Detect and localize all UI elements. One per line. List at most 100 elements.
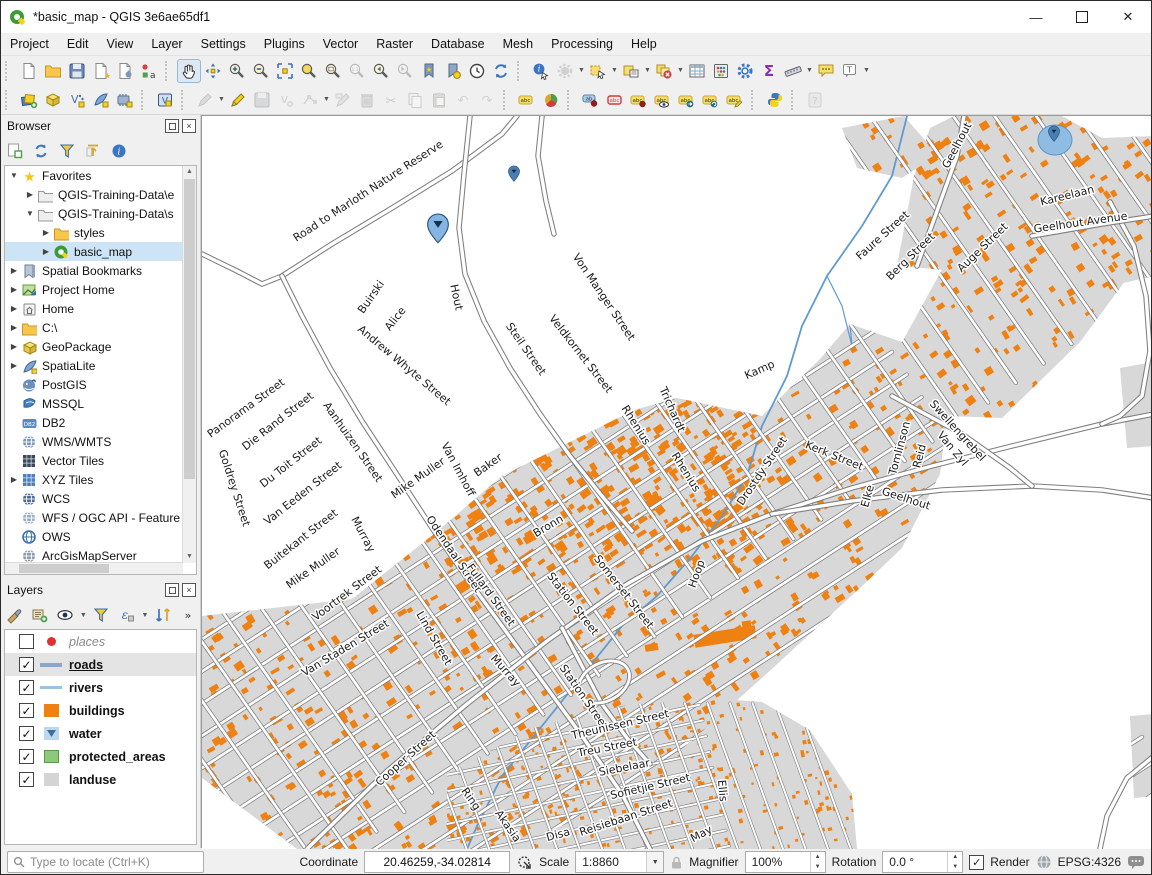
epsg-status[interactable]: EPSG:4326 xyxy=(1058,855,1121,869)
open-layer-styling-button[interactable] xyxy=(3,604,26,626)
manage-map-themes-button[interactable] xyxy=(54,604,77,626)
new-print-layout-button[interactable]: ★ xyxy=(89,59,113,83)
layer-labeling-button[interactable]: abc xyxy=(515,88,539,112)
text-annotation-button[interactable]: T xyxy=(838,59,862,83)
menu-mesh[interactable]: Mesh xyxy=(494,35,543,53)
show-spatial-bookmarks-button[interactable] xyxy=(441,59,465,83)
pin-labels-button[interactable]: ab xyxy=(579,88,603,112)
layer-item-buildings[interactable]: ✓buildings xyxy=(5,699,196,722)
new-spatialite-layer-button[interactable] xyxy=(89,88,113,112)
expand-collapse-all-button[interactable] xyxy=(151,604,174,626)
browser-item-c-[interactable]: ▶C:\ xyxy=(5,318,183,337)
expander-icon[interactable]: ▼ xyxy=(23,209,37,218)
layer-diagram-button[interactable] xyxy=(539,88,563,112)
map-canvas[interactable]: Road to Marloth Nature ReserveBuirskiAli… xyxy=(201,115,1152,848)
messages-icon[interactable] xyxy=(1127,855,1145,870)
move-label-diagram-button[interactable]: abc xyxy=(675,88,699,112)
magnifier-spinbox[interactable]: 100% ▲▼ xyxy=(745,851,826,873)
layer-item-water[interactable]: ✓water xyxy=(5,722,196,745)
delete-selected-button[interactable] xyxy=(355,88,379,112)
menu-raster[interactable]: Raster xyxy=(367,35,422,53)
zoom-native-button[interactable]: 1:1 xyxy=(345,59,369,83)
vertex-tool-dropdown-icon[interactable]: ▼ xyxy=(322,88,331,112)
browser-item-ows[interactable]: OWS xyxy=(5,527,183,546)
layer-checkbox-landuse[interactable]: ✓ xyxy=(19,772,34,787)
temporal-controller-button[interactable] xyxy=(465,59,489,83)
close-button[interactable]: ✕ xyxy=(1105,1,1151,33)
browser-item-basic-map[interactable]: ▶basic_map xyxy=(5,242,183,261)
deselect-all-button[interactable] xyxy=(652,59,676,83)
layer-item-places[interactable]: places xyxy=(5,630,196,653)
rotate-label-button[interactable]: abc xyxy=(699,88,723,112)
browser-item-spatial-bookmarks[interactable]: ▶Spatial Bookmarks xyxy=(5,261,183,280)
new-geopackage-layer-button[interactable] xyxy=(41,88,65,112)
filter-by-expression-button[interactable]: ε xyxy=(115,604,138,626)
cut-features-button[interactable]: ✂ xyxy=(379,88,403,112)
new-project-button[interactable] xyxy=(17,59,41,83)
layer-item-landuse[interactable]: ✓landuse xyxy=(5,768,196,791)
layer-item-rivers[interactable]: ✓rivers xyxy=(5,676,196,699)
browser-item-project-home[interactable]: ▶Project Home xyxy=(5,280,183,299)
menu-project[interactable]: Project xyxy=(1,35,58,53)
menu-vector[interactable]: Vector xyxy=(314,35,367,53)
show-layout-manager-button[interactable] xyxy=(113,59,137,83)
layer-checkbox-buildings[interactable]: ✓ xyxy=(19,703,34,718)
expander-icon[interactable]: ▶ xyxy=(39,228,53,237)
render-checkbox[interactable]: ✓ xyxy=(969,855,984,870)
field-calculator-button[interactable] xyxy=(709,59,733,83)
refresh-browser-button[interactable] xyxy=(29,140,53,162)
current-edits-dropdown-icon[interactable]: ▼ xyxy=(217,88,226,112)
expander-icon[interactable]: ▶ xyxy=(7,475,21,484)
new-memory-layer-button[interactable] xyxy=(113,88,137,112)
toolbar-handle[interactable] xyxy=(181,90,190,110)
expander-icon[interactable]: ▶ xyxy=(7,342,21,351)
layer-checkbox-water[interactable]: ✓ xyxy=(19,726,34,741)
browser-item-spatialite[interactable]: ▶SpatiaLite xyxy=(5,356,183,375)
browser-item-favorites[interactable]: ▼★Favorites xyxy=(5,166,183,185)
run-feature-action-dropdown-icon[interactable]: ▼ xyxy=(577,59,586,83)
zoom-full-button[interactable] xyxy=(273,59,297,83)
layer-item-protected_areas[interactable]: ✓protected_areas xyxy=(5,745,196,768)
menu-help[interactable]: Help xyxy=(622,35,666,53)
data-source-manager-button[interactable] xyxy=(17,88,41,112)
menu-edit[interactable]: Edit xyxy=(58,35,98,53)
toolbar-handle[interactable] xyxy=(791,90,800,110)
paste-features-button[interactable] xyxy=(427,88,451,112)
select-features-dropdown-icon[interactable]: ▼ xyxy=(610,59,619,83)
layer-checkbox-rivers[interactable]: ✓ xyxy=(19,680,34,695)
browser-item-qgis-training-data-e[interactable]: ▶QGIS-Training-Data\e xyxy=(5,185,183,204)
save-project-button[interactable] xyxy=(65,59,89,83)
add-feature-button[interactable]: V xyxy=(274,88,298,112)
select-by-value-button[interactable] xyxy=(619,59,643,83)
minimize-button[interactable]: — xyxy=(1013,1,1059,33)
crs-globe-icon[interactable] xyxy=(1036,854,1052,870)
expander-icon[interactable]: ▶ xyxy=(7,304,21,313)
scale-combo[interactable]: 1:8860 ▼ xyxy=(575,851,664,873)
manage-map-themes-dropdown-icon[interactable]: ▼ xyxy=(79,603,88,627)
new-spatial-bookmark-button[interactable]: ★ xyxy=(417,59,441,83)
browser-float-button[interactable] xyxy=(165,119,179,133)
browser-item-geopackage[interactable]: ▶GeoPackage xyxy=(5,337,183,356)
maximize-button[interactable] xyxy=(1059,1,1105,33)
modify-attributes-button[interactable] xyxy=(331,88,355,112)
layers-close-button[interactable]: × xyxy=(182,583,196,597)
toolbar-handle[interactable] xyxy=(503,90,512,110)
browser-item-postgis[interactable]: PostGIS xyxy=(5,375,183,394)
add-group-button[interactable] xyxy=(28,604,51,626)
layers-float-button[interactable] xyxy=(165,583,179,597)
filter-browser-button[interactable] xyxy=(55,140,79,162)
browser-item-home[interactable]: ▶Home xyxy=(5,299,183,318)
measure-dropdown-icon[interactable]: ▼ xyxy=(805,59,814,83)
select-by-value-dropdown-icon[interactable]: ▼ xyxy=(643,59,652,83)
browser-horizontal-scrollbar[interactable] xyxy=(5,562,183,574)
menu-database[interactable]: Database xyxy=(422,35,494,53)
overflow-button[interactable]: » xyxy=(177,604,200,626)
python-console-button[interactable] xyxy=(763,88,787,112)
zoom-to-layer-button[interactable] xyxy=(321,59,345,83)
zoom-last-button[interactable] xyxy=(369,59,393,83)
menu-settings[interactable]: Settings xyxy=(192,35,255,53)
layer-checkbox-roads[interactable]: ✓ xyxy=(19,657,34,672)
toolbar-handle[interactable] xyxy=(141,90,150,110)
filter-legend-button[interactable] xyxy=(90,604,113,626)
expander-icon[interactable]: ▶ xyxy=(7,361,21,370)
